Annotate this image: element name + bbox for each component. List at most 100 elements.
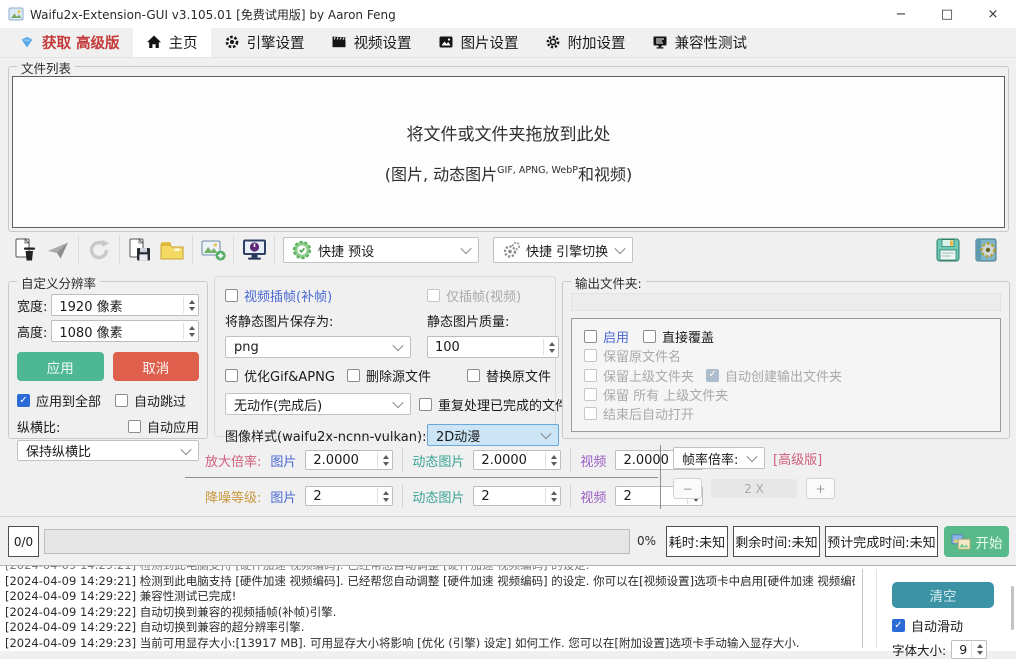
up-arrow-icon <box>551 491 557 495</box>
denoise-level-label: 降噪等级: <box>205 487 261 506</box>
log-line: [2024-04-09 14:29:22] 兼容性测试已完成! <box>5 589 855 605</box>
image-format-combo[interactable]: png <box>225 336 411 358</box>
image-quality-spinbox[interactable]: 100 <box>427 336 559 358</box>
maximize-button[interactable]: □ <box>924 0 970 28</box>
output-enable-checkbox[interactable]: 启用 <box>584 327 629 346</box>
settings-book-button[interactable] <box>970 234 1002 266</box>
optimize-gif-checkbox[interactable]: 优化Gif&APNG <box>225 366 335 385</box>
fps-decrease-button[interactable]: − <box>673 478 702 499</box>
auto-skip-checkbox[interactable]: 自动跳过 <box>115 391 186 410</box>
spinner-buttons[interactable] <box>183 323 195 339</box>
width-spinbox[interactable]: 1920 像素 <box>51 294 199 316</box>
spinner-buttons[interactable] <box>545 488 557 504</box>
frame-rate-multiplier-combo[interactable]: 帧率倍率: <box>673 447 765 469</box>
height-spinbox[interactable]: 1080 像素 <box>51 320 199 342</box>
gif-denoise-label: 动态图片 <box>412 487 464 506</box>
processing-panel: 视频插帧(补帧) 仅插帧(视频) 将静态图片保存为: 静态图片质量: png 1… <box>214 276 556 437</box>
gif-scale-label: 动态图片 <box>412 451 464 470</box>
checkbox-box <box>225 369 238 382</box>
save-settings-button[interactable] <box>932 234 964 266</box>
open-after-finish-checkbox[interactable]: 结束后自动打开 <box>584 404 988 423</box>
zoom-ratio-label: 放大倍率: <box>205 451 261 470</box>
tab-additional-settings[interactable]: 附加设置 <box>532 27 639 57</box>
spinner-buttons[interactable] <box>183 297 195 313</box>
file-list-group: 文件列表 将文件或文件夹拖放到此处 (图片, 动态图片GIF, APNG, We… <box>8 66 1009 232</box>
auto-apply-checkbox[interactable]: 自动应用 <box>128 417 199 436</box>
start-button[interactable]: 开始 <box>944 526 1009 557</box>
replace-original-checkbox[interactable]: 替换原文件 <box>467 366 551 385</box>
up-arrow-icon <box>189 326 195 330</box>
delete-source-checkbox[interactable]: 删除源文件 <box>347 366 431 385</box>
gif-denoise-spinbox[interactable]: 2 <box>473 486 561 506</box>
quick-preset-combo[interactable]: 快捷 预设 <box>283 237 479 263</box>
minimize-button[interactable]: − <box>878 0 924 28</box>
clapperboard-icon <box>331 34 347 50</box>
checkbox-box <box>643 330 656 343</box>
log-scrollbar[interactable] <box>1011 586 1014 630</box>
quick-engine-combo[interactable]: 快捷 引擎切换 <box>493 237 633 263</box>
reprocess-finished-checkbox[interactable]: 重复处理已完成的文件 <box>419 393 568 415</box>
close-button[interactable]: × <box>970 0 1016 28</box>
keep-all-parents-checkbox[interactable]: 保留 所有 上级文件夹 <box>584 385 988 404</box>
overwrite-checkbox[interactable]: 直接覆盖 <box>643 327 714 346</box>
tab-video-settings[interactable]: 视频设置 <box>318 27 425 57</box>
video-frame-interpolation-checkbox[interactable]: 视频插帧(补帧) <box>225 286 419 305</box>
tab-bar: 获取 高级版 主页 引擎设置 视频设置 图片设置 附加设置 兼容性测试 <box>0 28 1016 58</box>
send-file-button[interactable] <box>42 234 74 266</box>
image-denoise-spinbox[interactable]: 2 <box>305 486 393 506</box>
tab-compatibility-test[interactable]: 兼容性测试 <box>639 27 761 57</box>
keep-parent-folder-checkbox[interactable]: 保留上级文件夹 <box>584 366 694 385</box>
checkbox-box <box>347 369 360 382</box>
drop-hint-line2: (图片, 动态图片GIF, APNG, WebP和视频) <box>385 161 633 185</box>
post-action-combo[interactable]: 无动作(完成后) <box>225 393 411 415</box>
image-zoom-spinbox[interactable]: 2.0000 <box>305 450 393 470</box>
log-controls: 清空 ✓ 自动滑动 字体大小: 9 <box>886 566 1004 652</box>
image-scale-label: 图片 <box>270 451 296 470</box>
paper-plane-icon <box>45 237 71 263</box>
interpolation-only-checkbox[interactable]: 仅插帧(视频) <box>419 286 568 305</box>
fps-increase-button[interactable]: + <box>806 478 835 499</box>
apply-resolution-button[interactable]: 应用 <box>17 352 104 381</box>
gif-zoom-spinbox[interactable]: 2.0000 <box>473 450 561 470</box>
open-folder-button[interactable] <box>156 234 188 266</box>
premium-tag: [高级版] <box>773 449 822 468</box>
up-arrow-icon <box>189 300 195 304</box>
refresh-button[interactable] <box>83 234 115 266</box>
apply-to-all-checkbox[interactable]: ✓ 应用到全部 <box>17 391 101 410</box>
tab-get-premium[interactable]: 获取 高级版 <box>6 27 133 57</box>
clear-log-button[interactable]: 清空 <box>892 582 994 608</box>
tab-image-settings[interactable]: 图片设置 <box>425 27 532 57</box>
keep-filename-checkbox[interactable]: 保留原文件名 <box>584 346 988 365</box>
engine-switch-icon <box>502 241 520 259</box>
add-image-button[interactable] <box>197 234 229 266</box>
file-delete-icon <box>13 237 39 263</box>
drop-hint-line1: 将文件或文件夹拖放到此处 <box>407 120 611 145</box>
checkbox-box <box>584 349 597 362</box>
font-size-spinbox[interactable]: 9 <box>951 640 987 659</box>
chevron-down-icon <box>460 243 471 254</box>
vertical-separator <box>402 485 403 507</box>
tab-engine-settings[interactable]: 引擎设置 <box>211 27 318 57</box>
cancel-resolution-button[interactable]: 取消 <box>113 352 200 381</box>
spinner-buttons[interactable] <box>543 339 555 355</box>
spinner-buttons[interactable] <box>377 452 389 468</box>
up-arrow-icon <box>977 644 983 648</box>
compatibility-monitor-button[interactable] <box>238 234 270 266</box>
video-scale-label: 视频 <box>580 451 606 470</box>
custom-resolution-group: 自定义分辨率 宽度: 1920 像素 高度: 1080 像素 应用 取消 ✓ 应… <box>8 281 208 439</box>
save-filelist-button[interactable] <box>124 234 156 266</box>
down-arrow-icon <box>189 333 195 337</box>
output-path-input[interactable] <box>571 293 1001 311</box>
file-save-icon <box>127 237 153 263</box>
spinner-buttons[interactable] <box>545 452 557 468</box>
file-drop-zone[interactable]: 将文件或文件夹拖放到此处 (图片, 动态图片GIF, APNG, WebP和视频… <box>12 76 1005 228</box>
spinner-buttons[interactable] <box>971 642 983 658</box>
tab-home[interactable]: 主页 <box>133 27 211 57</box>
log-splitter[interactable] <box>862 569 863 648</box>
auto-create-output-checkbox[interactable]: ✓ 自动创建输出文件夹 <box>706 366 842 385</box>
remove-file-button[interactable] <box>10 234 42 266</box>
spinner-buttons[interactable] <box>377 488 389 504</box>
auto-scroll-checkbox[interactable]: ✓ 自动滑动 <box>892 616 1004 635</box>
log-splitter-line <box>876 569 877 648</box>
gear-icon <box>545 34 561 50</box>
